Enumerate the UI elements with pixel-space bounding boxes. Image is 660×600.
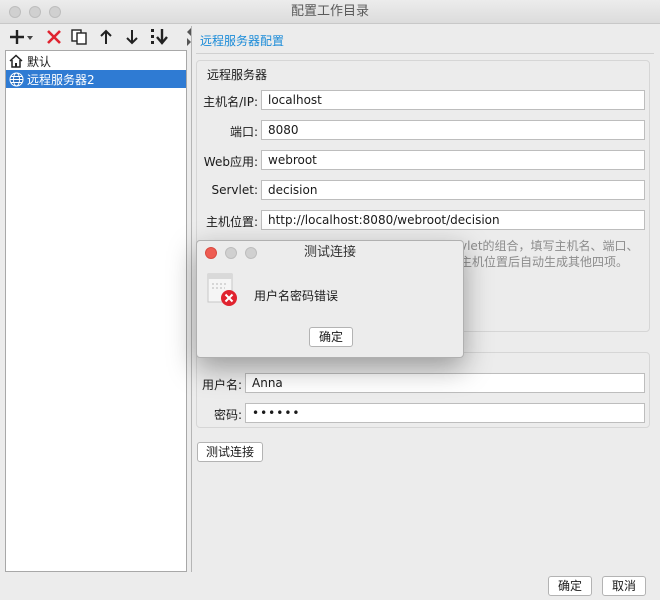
username-label: 用户名: — [201, 378, 242, 392]
password-label: 密码: — [213, 408, 242, 422]
host-input[interactable]: localhost — [261, 90, 645, 110]
test-connection-button[interactable]: 测试连接 — [197, 442, 263, 462]
hint-line-1: vlet的组合，填写主机名、端口、 — [460, 239, 639, 253]
ok-button[interactable]: 确定 — [548, 576, 592, 596]
move-down-button[interactable] — [122, 26, 142, 48]
tree-toolbar — [6, 26, 186, 48]
globe-icon — [8, 71, 24, 87]
delete-x-icon — [47, 30, 61, 44]
tree-item-label: 默认 — [27, 54, 52, 69]
minimize-window-button[interactable] — [29, 6, 41, 18]
hint-line-2: 主机位置后自动生成其他四项。 — [460, 255, 629, 269]
server-tree[interactable]: 默认 远程服务器2 — [5, 50, 187, 572]
group-title: 远程服务器 — [207, 68, 268, 82]
sort-button[interactable] — [148, 26, 170, 48]
tree-item-default[interactable]: 默认 — [6, 52, 186, 70]
password-input[interactable]: •••••• — [245, 403, 645, 423]
close-window-button[interactable] — [9, 6, 21, 18]
window-titlebar: 配置工作目录 — [0, 0, 660, 24]
title-divider — [196, 53, 654, 54]
location-label: 主机位置: — [205, 215, 258, 229]
panel-title: 远程服务器配置 — [200, 34, 285, 48]
test-connection-dialog: 测试连接 用户名密码错误 确定 — [196, 240, 464, 358]
copy-button[interactable] — [68, 26, 90, 48]
delete-button[interactable] — [44, 26, 64, 48]
home-icon — [8, 53, 24, 69]
copy-icon — [71, 29, 87, 45]
move-up-button[interactable] — [96, 26, 116, 48]
host-label: 主机名/IP: — [203, 95, 258, 109]
sort-icon — [151, 29, 168, 45]
tree-item-remote-server[interactable]: 远程服务器2 — [6, 70, 186, 88]
dialog-ok-button[interactable]: 确定 — [309, 327, 353, 347]
dialog-title: 测试连接 — [303, 245, 356, 260]
servlet-input[interactable]: decision — [261, 180, 645, 200]
zoom-window-button[interactable] — [49, 6, 61, 18]
location-input[interactable]: http://localhost:8080/webroot/decision — [261, 210, 645, 230]
port-label: 端口: — [229, 125, 258, 139]
cancel-button[interactable]: 取消 — [602, 576, 646, 596]
window-title: 配置工作目录 — [290, 4, 369, 19]
port-input[interactable]: 8080 — [261, 120, 645, 140]
username-input[interactable]: Anna — [245, 373, 645, 393]
tree-item-label: 远程服务器2 — [27, 72, 95, 87]
webapp-label: Web应用: — [203, 155, 258, 169]
plus-dropdown-icon — [10, 30, 33, 44]
move-down-icon — [126, 30, 138, 45]
dialog-message: 用户名密码错误 — [254, 289, 339, 303]
move-up-icon — [100, 29, 112, 44]
webapp-input[interactable]: webroot — [261, 150, 645, 170]
error-icon — [207, 273, 237, 307]
servlet-label: Servlet: — [211, 183, 259, 197]
add-dropdown-button[interactable] — [8, 26, 36, 48]
